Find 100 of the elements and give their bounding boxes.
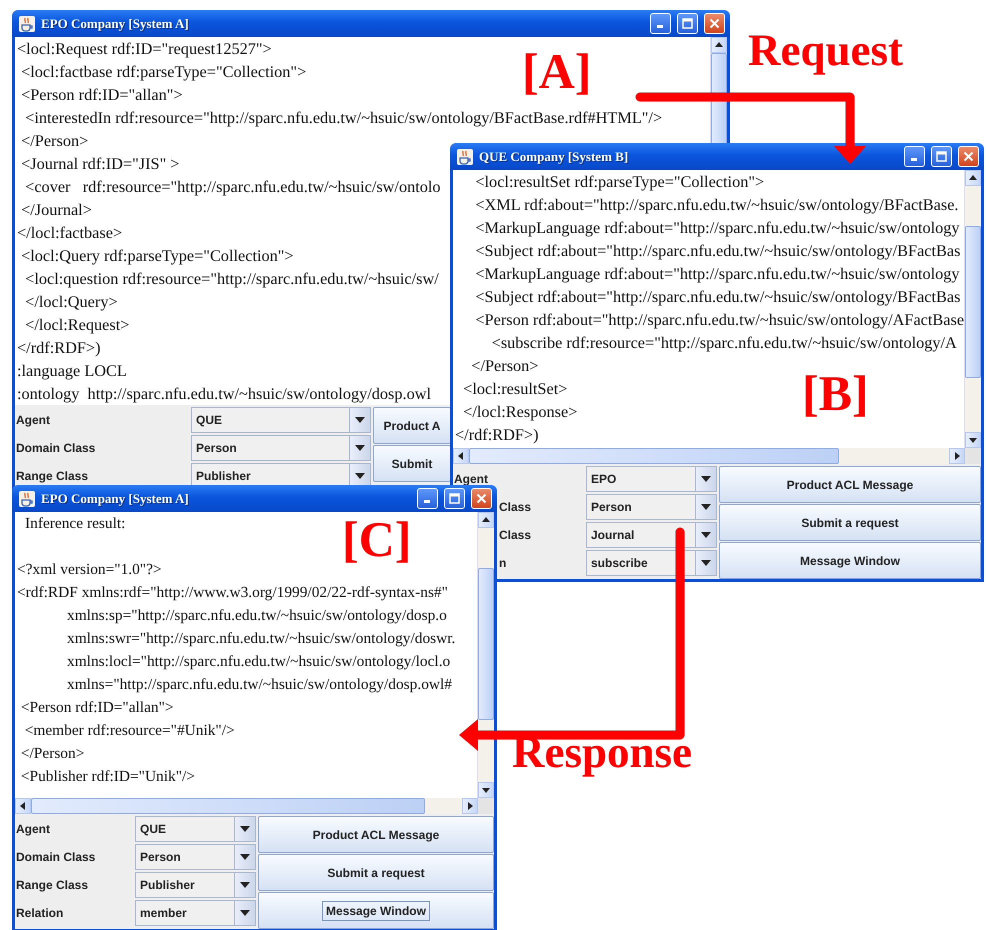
caret-icon xyxy=(240,910,250,916)
action-button[interactable]: Message Window xyxy=(258,892,494,929)
dropdown[interactable]: QUE xyxy=(191,407,371,433)
scrollbar-thumb[interactable] xyxy=(478,568,494,720)
down-arrow-icon xyxy=(481,785,491,795)
minimize-button[interactable] xyxy=(650,13,671,34)
minimize-button[interactable] xyxy=(904,146,925,167)
scroll-right-button[interactable] xyxy=(949,448,965,464)
code-line: :ontology http://sparc.nfu.edu.tw/~hsuic/sw/ontology/dosp.owl xyxy=(17,383,432,405)
field-label: Agent xyxy=(15,413,51,427)
caret-icon xyxy=(701,504,711,510)
code-line: </rdf:RDF>) xyxy=(17,337,100,359)
field-label: n xyxy=(498,556,508,570)
action-button[interactable]: Submit a request xyxy=(719,504,981,541)
down-arrow-icon xyxy=(968,435,978,445)
code-line: </locl:factbase> xyxy=(17,222,122,244)
action-button[interactable]: Product A xyxy=(373,407,451,444)
minimize-button[interactable] xyxy=(417,488,438,509)
maximize-icon xyxy=(682,18,693,29)
code-line: <MarkupLanguage rdf:about="http://sparc.nfu.edu.tw/~hsuic/sw/ontology xyxy=(474,217,960,239)
field-label: Class xyxy=(498,500,532,514)
code-line: <locl:Query rdf:parseType="Collection"> xyxy=(20,245,294,267)
caret-icon xyxy=(701,476,711,482)
code-line: <Person rdf:ID="allan"> xyxy=(20,84,183,106)
caret-icon xyxy=(355,473,365,479)
action-button[interactable]: Submit xyxy=(373,445,451,482)
left-arrow-icon xyxy=(456,451,466,461)
maximize-button[interactable] xyxy=(677,13,698,34)
action-button[interactable]: Product ACL Message xyxy=(258,816,494,853)
close-button[interactable] xyxy=(471,488,492,509)
text-area[interactable] xyxy=(15,512,477,798)
code-line: <subscribe rdf:resource="http://sparc.nfu.edu.tw/~hsuic/sw/ontology/A xyxy=(490,332,957,354)
field-label: Domain Class xyxy=(15,441,96,455)
up-arrow-icon xyxy=(481,515,491,525)
annotation-tag: [C] xyxy=(342,514,412,564)
code-line: <cover rdf:resource="http://sparc.nfu.edu.tw/~hsuic/sw/ontolo xyxy=(24,176,441,198)
maximize-icon xyxy=(936,151,947,162)
scrollbar-thumb[interactable] xyxy=(31,798,425,814)
caret-icon xyxy=(701,532,711,538)
field-label: Domain Class xyxy=(15,850,96,864)
code-line: <member rdf:resource="#Unik"/> xyxy=(24,721,235,741)
caret-icon xyxy=(240,826,250,832)
code-line: </locl:Query> xyxy=(24,291,118,313)
maximize-button[interactable] xyxy=(931,146,952,167)
scroll-down-button[interactable] xyxy=(965,432,981,448)
right-arrow-icon xyxy=(952,451,962,461)
annotation-caption: Response xyxy=(512,730,692,775)
caret-icon xyxy=(701,560,711,566)
code-line: <locl:resultSet rdf:parseType="Collection"> xyxy=(474,171,764,193)
field-label: Relation xyxy=(15,906,64,920)
scroll-left-button[interactable] xyxy=(453,448,469,464)
dropdown[interactable]: Publisher xyxy=(135,872,256,898)
horizontal-scrollbar[interactable] xyxy=(453,448,981,464)
close-icon xyxy=(963,151,974,162)
result-heading: Inference result: xyxy=(24,514,126,534)
maximize-icon xyxy=(449,493,460,504)
action-button[interactable]: Submit a request xyxy=(258,854,494,891)
close-icon xyxy=(709,18,720,29)
close-button[interactable] xyxy=(958,146,979,167)
scroll-left-button[interactable] xyxy=(15,798,31,814)
code-line: :language LOCL xyxy=(17,360,127,382)
scroll-down-button[interactable] xyxy=(478,782,494,798)
dropdown[interactable]: Person xyxy=(135,844,256,870)
maximize-button[interactable] xyxy=(444,488,465,509)
right-arrow-icon xyxy=(465,801,475,811)
code-line: <interestedIn rdf:resource="http://sparc.nfu.edu.tw/~hsuic/sw/ontology/BFactBase.rdf#HTML"/> xyxy=(24,107,662,129)
scroll-up-button[interactable] xyxy=(965,170,981,186)
code-line: xmlns:sp="http://sparc.nfu.edu.tw/~hsuic/sw/ontology/dosp.o xyxy=(66,606,447,626)
scrollbar-thumb[interactable] xyxy=(469,448,839,464)
caret-icon xyxy=(355,445,365,451)
window-title: EPO Company [System A] xyxy=(41,16,190,32)
code-line: xmlns="http://sparc.nfu.edu.tw/~hsuic/sw/ontology/dosp.owl# xyxy=(66,675,452,695)
close-button[interactable] xyxy=(704,13,725,34)
code-line: <rdf:RDF xmlns:rdf="http://www.w3.org/1999/02/22-rdf-syntax-ns#" xyxy=(17,583,448,603)
dropdown[interactable]: member xyxy=(135,900,256,926)
dropdown[interactable]: subscribe xyxy=(586,550,717,576)
action-button[interactable]: Product ACL Message xyxy=(719,466,981,503)
action-button[interactable]: Message Window xyxy=(719,542,981,579)
text-area[interactable] xyxy=(453,170,964,448)
left-arrow-icon xyxy=(18,801,28,811)
code-line: </rdf:RDF>) xyxy=(455,424,538,446)
scroll-up-button[interactable] xyxy=(711,37,727,53)
code-line: xmlns:locl="http://sparc.nfu.edu.tw/~hsuic/sw/ontology/locl.o xyxy=(66,652,450,672)
dropdown[interactable]: Person xyxy=(586,494,717,520)
dropdown[interactable]: Person xyxy=(191,435,371,461)
dropdown[interactable]: EPO xyxy=(586,466,717,492)
annotation-caption: Request xyxy=(748,28,903,73)
coffee-cup-icon xyxy=(457,148,473,164)
vertical-scrollbar[interactable] xyxy=(477,512,494,798)
horizontal-scrollbar[interactable] xyxy=(15,798,494,814)
dropdown[interactable]: Journal xyxy=(586,522,717,548)
scrollbar-thumb[interactable] xyxy=(965,226,981,378)
dropdown[interactable]: QUE xyxy=(135,816,256,842)
window-title: QUE Company [System B] xyxy=(479,148,630,164)
code-line: </Person> xyxy=(20,744,84,764)
scroll-up-button[interactable] xyxy=(478,512,494,528)
field-label: Agent xyxy=(453,472,489,486)
code-line: </Person> xyxy=(470,355,538,377)
scroll-right-button[interactable] xyxy=(462,798,478,814)
vertical-scrollbar[interactable] xyxy=(964,170,981,448)
